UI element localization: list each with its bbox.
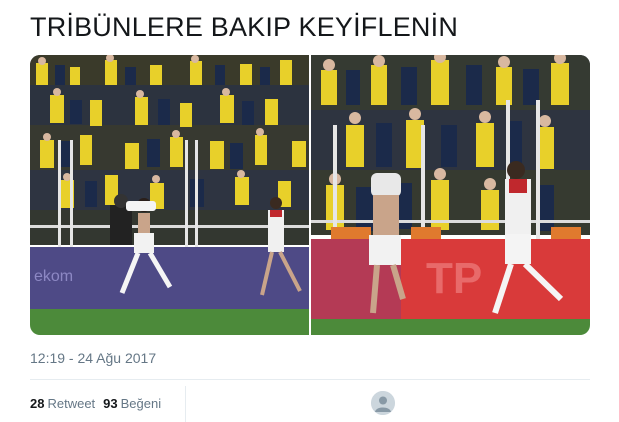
default-avatar-icon <box>371 391 395 415</box>
photo-left-image: ekom <box>30 55 309 335</box>
tweet-timestamp[interactable]: 12:19 - 24 Ağu 2017 <box>30 350 156 366</box>
like-count: 93 <box>103 396 118 411</box>
tweet-photo-left[interactable]: ekom <box>30 55 309 335</box>
like-label: Beğeni <box>120 396 162 411</box>
retweet-label: Retweet <box>47 396 96 411</box>
svg-text:ekom: ekom <box>34 268 73 285</box>
tweet-stats: 28 Retweet 93 Beğeni <box>30 396 161 411</box>
liker-avatar[interactable] <box>371 391 395 415</box>
media-grid: ekom TP <box>30 55 590 335</box>
retweet-stat[interactable]: 28 Retweet <box>30 396 95 411</box>
divider <box>30 379 590 380</box>
retweet-count: 28 <box>30 396 45 411</box>
tweet-photo-right[interactable]: TP <box>311 55 590 335</box>
svg-text:TP: TP <box>426 254 482 303</box>
photo-right-image: TP <box>311 55 590 335</box>
like-stat[interactable]: 93 Beğeni <box>103 396 161 411</box>
stats-separator <box>185 386 186 422</box>
tweet-text: TRİBÜNLERE BAKIP KEYİFLENİN <box>30 12 459 42</box>
